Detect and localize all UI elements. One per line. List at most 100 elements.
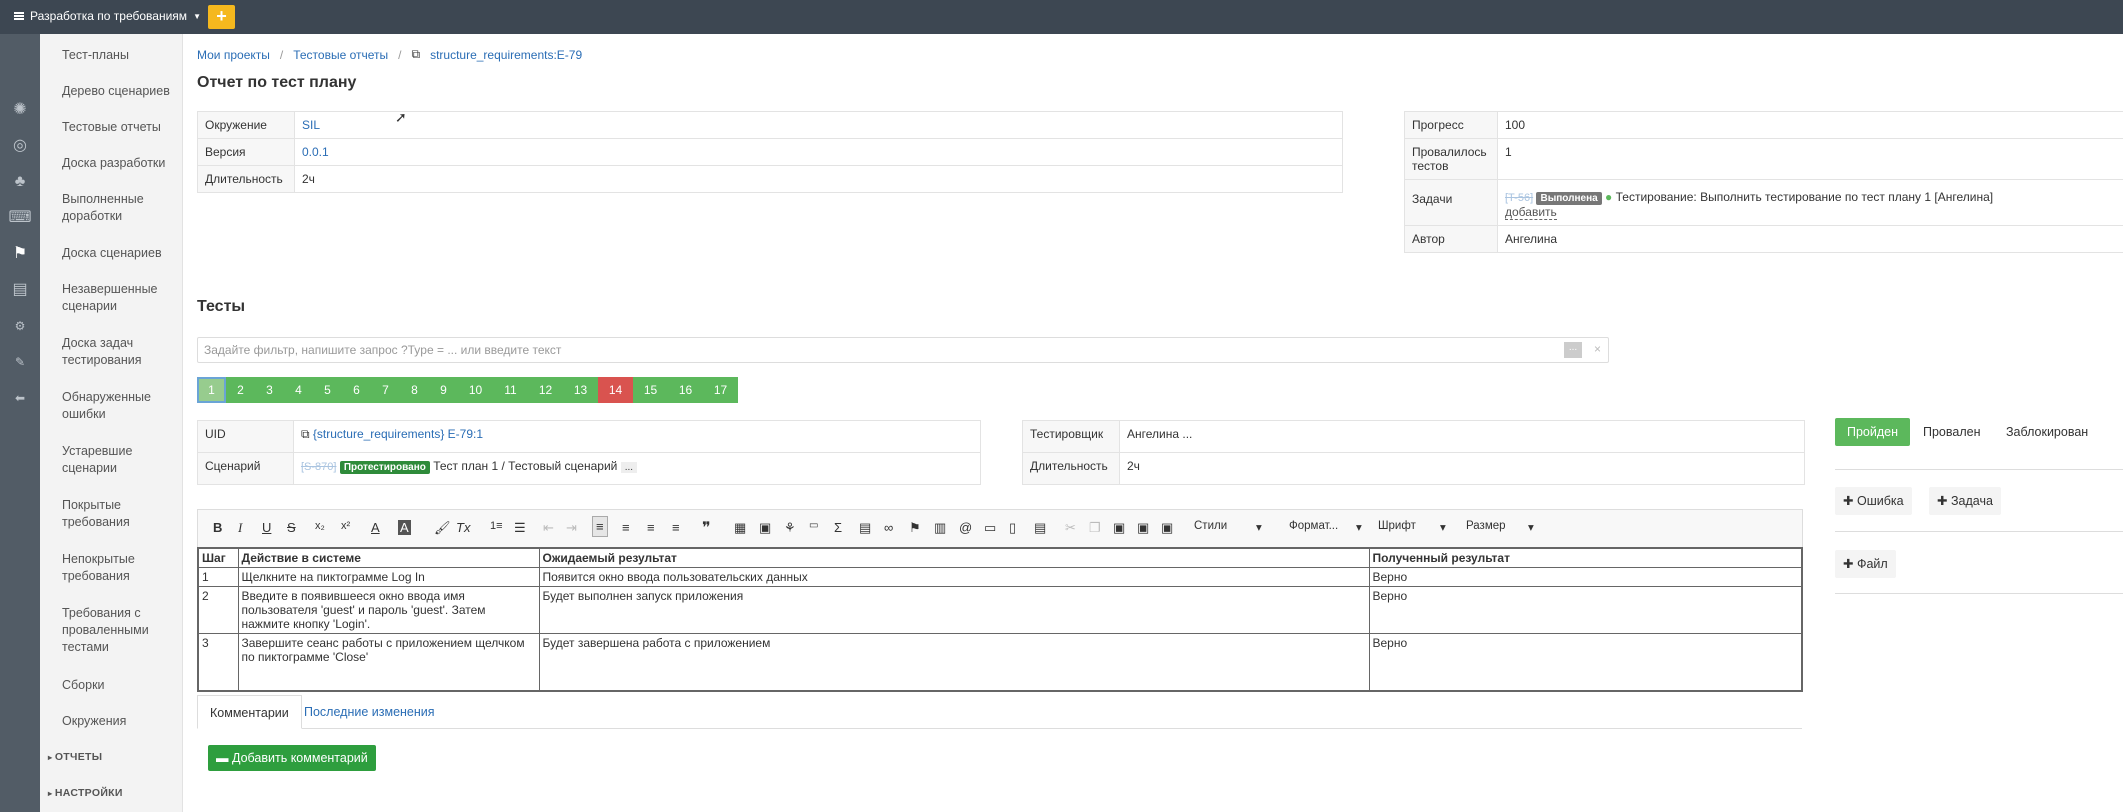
numbered-list-icon[interactable]: 1≡	[490, 520, 503, 532]
step-action[interactable]: Введите в появившееся окно ввода имя пол…	[237, 586, 540, 634]
step-actual[interactable]: Верно	[1368, 633, 1803, 691]
target-icon[interactable]: ◎	[8, 134, 32, 158]
sidebar-item-bugs[interactable]: Обнаруженные ошибки	[62, 389, 180, 423]
page-16[interactable]: 16	[668, 377, 703, 403]
add-comment-button[interactable]: ▬ Добавить комментарий	[208, 745, 376, 771]
paste-icon[interactable]: ▣	[1113, 520, 1125, 536]
special-char-icon[interactable]: @	[959, 520, 972, 535]
paint-format-icon[interactable]: 🖌	[434, 520, 451, 536]
sidebar-item-dev-board[interactable]: Доска разработки	[62, 155, 180, 172]
justify-icon[interactable]: ≡	[672, 520, 680, 535]
back-arrow-icon[interactable]: ⬅	[8, 386, 32, 410]
formula-icon[interactable]: Σ	[834, 520, 842, 535]
sidebar-item-test-plans[interactable]: Тест-планы	[62, 47, 180, 64]
paste-word-icon[interactable]: ▣	[1161, 520, 1173, 536]
font-dropdown[interactable]: Шрифт ▾	[1378, 520, 1446, 534]
steps-table[interactable]: Шаг Действие в системе Ожидаемый результ…	[197, 547, 1803, 692]
sidebar-item-test-reports[interactable]: Тестовые отчеты	[62, 119, 180, 136]
uid-value[interactable]: {structure_requirements} E-79:1	[313, 427, 483, 441]
link-icon[interactable]: ∞	[884, 520, 893, 535]
step-actual[interactable]: Верно	[1368, 567, 1803, 587]
bold-button[interactable]: B	[213, 520, 222, 535]
passed-button[interactable]: Пройден	[1835, 418, 1911, 446]
indent-icon[interactable]: ⇥	[566, 520, 577, 536]
task-text[interactable]: Тестирование: Выполнить тестирование по …	[1616, 190, 1993, 204]
page-13[interactable]: 13	[563, 377, 598, 403]
align-left-icon[interactable]: ≡	[592, 516, 608, 537]
template-icon[interactable]: ▤	[1034, 520, 1046, 536]
page-14[interactable]: 14	[598, 377, 633, 403]
step-action[interactable]: Завершите сеанс работы с приложением щел…	[237, 633, 540, 691]
test-filter-input[interactable]: Задайте фильтр, напишите запрос ?Type = …	[197, 337, 1609, 363]
page-7[interactable]: 7	[371, 377, 400, 403]
page-17[interactable]: 17	[703, 377, 738, 403]
page-5[interactable]: 5	[313, 377, 342, 403]
failed-button[interactable]: Провален	[1911, 418, 1993, 446]
page-8[interactable]: 8	[400, 377, 429, 403]
clear-format-icon[interactable]: Tx	[456, 520, 470, 535]
styles-dropdown[interactable]: Стили ▾	[1194, 520, 1262, 534]
version-value[interactable]: 0.0.1	[302, 145, 329, 159]
sidebar-item-environments[interactable]: Окружения	[62, 713, 180, 730]
scenario-more-button[interactable]: ...	[620, 462, 638, 473]
bg-color-icon[interactable]: A	[398, 520, 411, 535]
task-id[interactable]: [T-56]	[1505, 192, 1533, 204]
page-2[interactable]: 2	[226, 377, 255, 403]
sidebar-item-outdated[interactable]: Устаревшие сценарии	[62, 443, 180, 477]
step-action[interactable]: Щелкните на пиктограмме Log In	[237, 567, 540, 587]
sidebar-item-unfinished[interactable]: Незавершенные сценарии	[62, 281, 180, 315]
keyboard-icon[interactable]: ⌨	[8, 206, 32, 230]
attachment-icon[interactable]: ▥	[934, 520, 946, 536]
align-center-icon[interactable]: ≡	[622, 520, 630, 535]
strike-button[interactable]: S	[287, 520, 296, 535]
diagram-icon[interactable]: ⚘	[784, 520, 796, 536]
uml-icon[interactable]: ▭	[809, 520, 818, 531]
anchor-flag-icon[interactable]: ⚑	[909, 520, 921, 536]
page-11[interactable]: 11	[493, 377, 528, 403]
format-dropdown[interactable]: Формат... ▾	[1289, 520, 1362, 534]
scenario-id[interactable]: [S-870]	[301, 461, 336, 473]
blockquote-icon[interactable]: ❞	[702, 518, 711, 538]
page-12[interactable]: 12	[528, 377, 563, 403]
page-4[interactable]: 4	[284, 377, 313, 403]
flag-icon[interactable]: ⚑	[8, 242, 32, 266]
widget-icon[interactable]: ▤	[859, 520, 871, 536]
gear-icon[interactable]: ⚙	[8, 314, 32, 338]
tab-comments[interactable]: Комментарии	[197, 695, 302, 729]
sidebar-item-scenario-tree[interactable]: Дерево сценариев	[62, 83, 180, 100]
breadcrumb-projects[interactable]: Мои проекты	[197, 48, 270, 62]
tree-icon[interactable]: ♣	[8, 170, 32, 194]
add-bug-button[interactable]: ✚ Ошибка	[1835, 487, 1912, 515]
cut-icon[interactable]: ✂	[1065, 520, 1076, 536]
atom-icon[interactable]: ✺	[8, 98, 32, 122]
outdent-icon[interactable]: ⇤	[543, 520, 554, 536]
copy-icon[interactable]: ❐	[1089, 520, 1101, 536]
tester-more-button[interactable]: ...	[1182, 427, 1192, 441]
step-expected[interactable]: Будет выполнен запуск приложения	[538, 586, 1370, 634]
sidebar-section-reports[interactable]: ▸ ОТЧЕТЫ	[48, 751, 102, 763]
page-6[interactable]: 6	[342, 377, 371, 403]
blocked-button[interactable]: Заблокирован	[1994, 418, 2100, 446]
bullet-list-icon[interactable]: ☰	[514, 520, 526, 536]
step-actual[interactable]: Верно	[1368, 586, 1803, 634]
superscript-icon[interactable]: x²	[341, 520, 350, 532]
external-link-icon[interactable]: ⧉	[412, 47, 421, 62]
underline-button[interactable]: U	[262, 520, 271, 535]
align-right-icon[interactable]: ≡	[647, 520, 655, 535]
sidebar-item-scenario-board[interactable]: Доска сценариев	[62, 245, 180, 262]
subscript-icon[interactable]: x₂	[315, 520, 325, 532]
page-10[interactable]: 10	[458, 377, 493, 403]
table-icon[interactable]: ▦	[734, 520, 746, 536]
add-task-link[interactable]: добавить	[1505, 205, 1557, 220]
sidebar-item-completed[interactable]: Выполненные доработки	[62, 191, 180, 225]
page-1[interactable]: 1	[197, 377, 226, 403]
page-9[interactable]: 9	[429, 377, 458, 403]
wrench-icon[interactable]: ✎	[8, 350, 32, 374]
filter-clear-icon[interactable]: ×	[1594, 342, 1601, 356]
filter-options-button[interactable]: ...	[1564, 342, 1582, 358]
breadcrumb-current[interactable]: structure_requirements:E-79	[430, 48, 582, 62]
page-3[interactable]: 3	[255, 377, 284, 403]
add-file-button[interactable]: ✚ Файл	[1835, 550, 1896, 578]
add-button[interactable]: +	[208, 5, 235, 29]
external-link-icon[interactable]: ⧉	[301, 427, 310, 441]
